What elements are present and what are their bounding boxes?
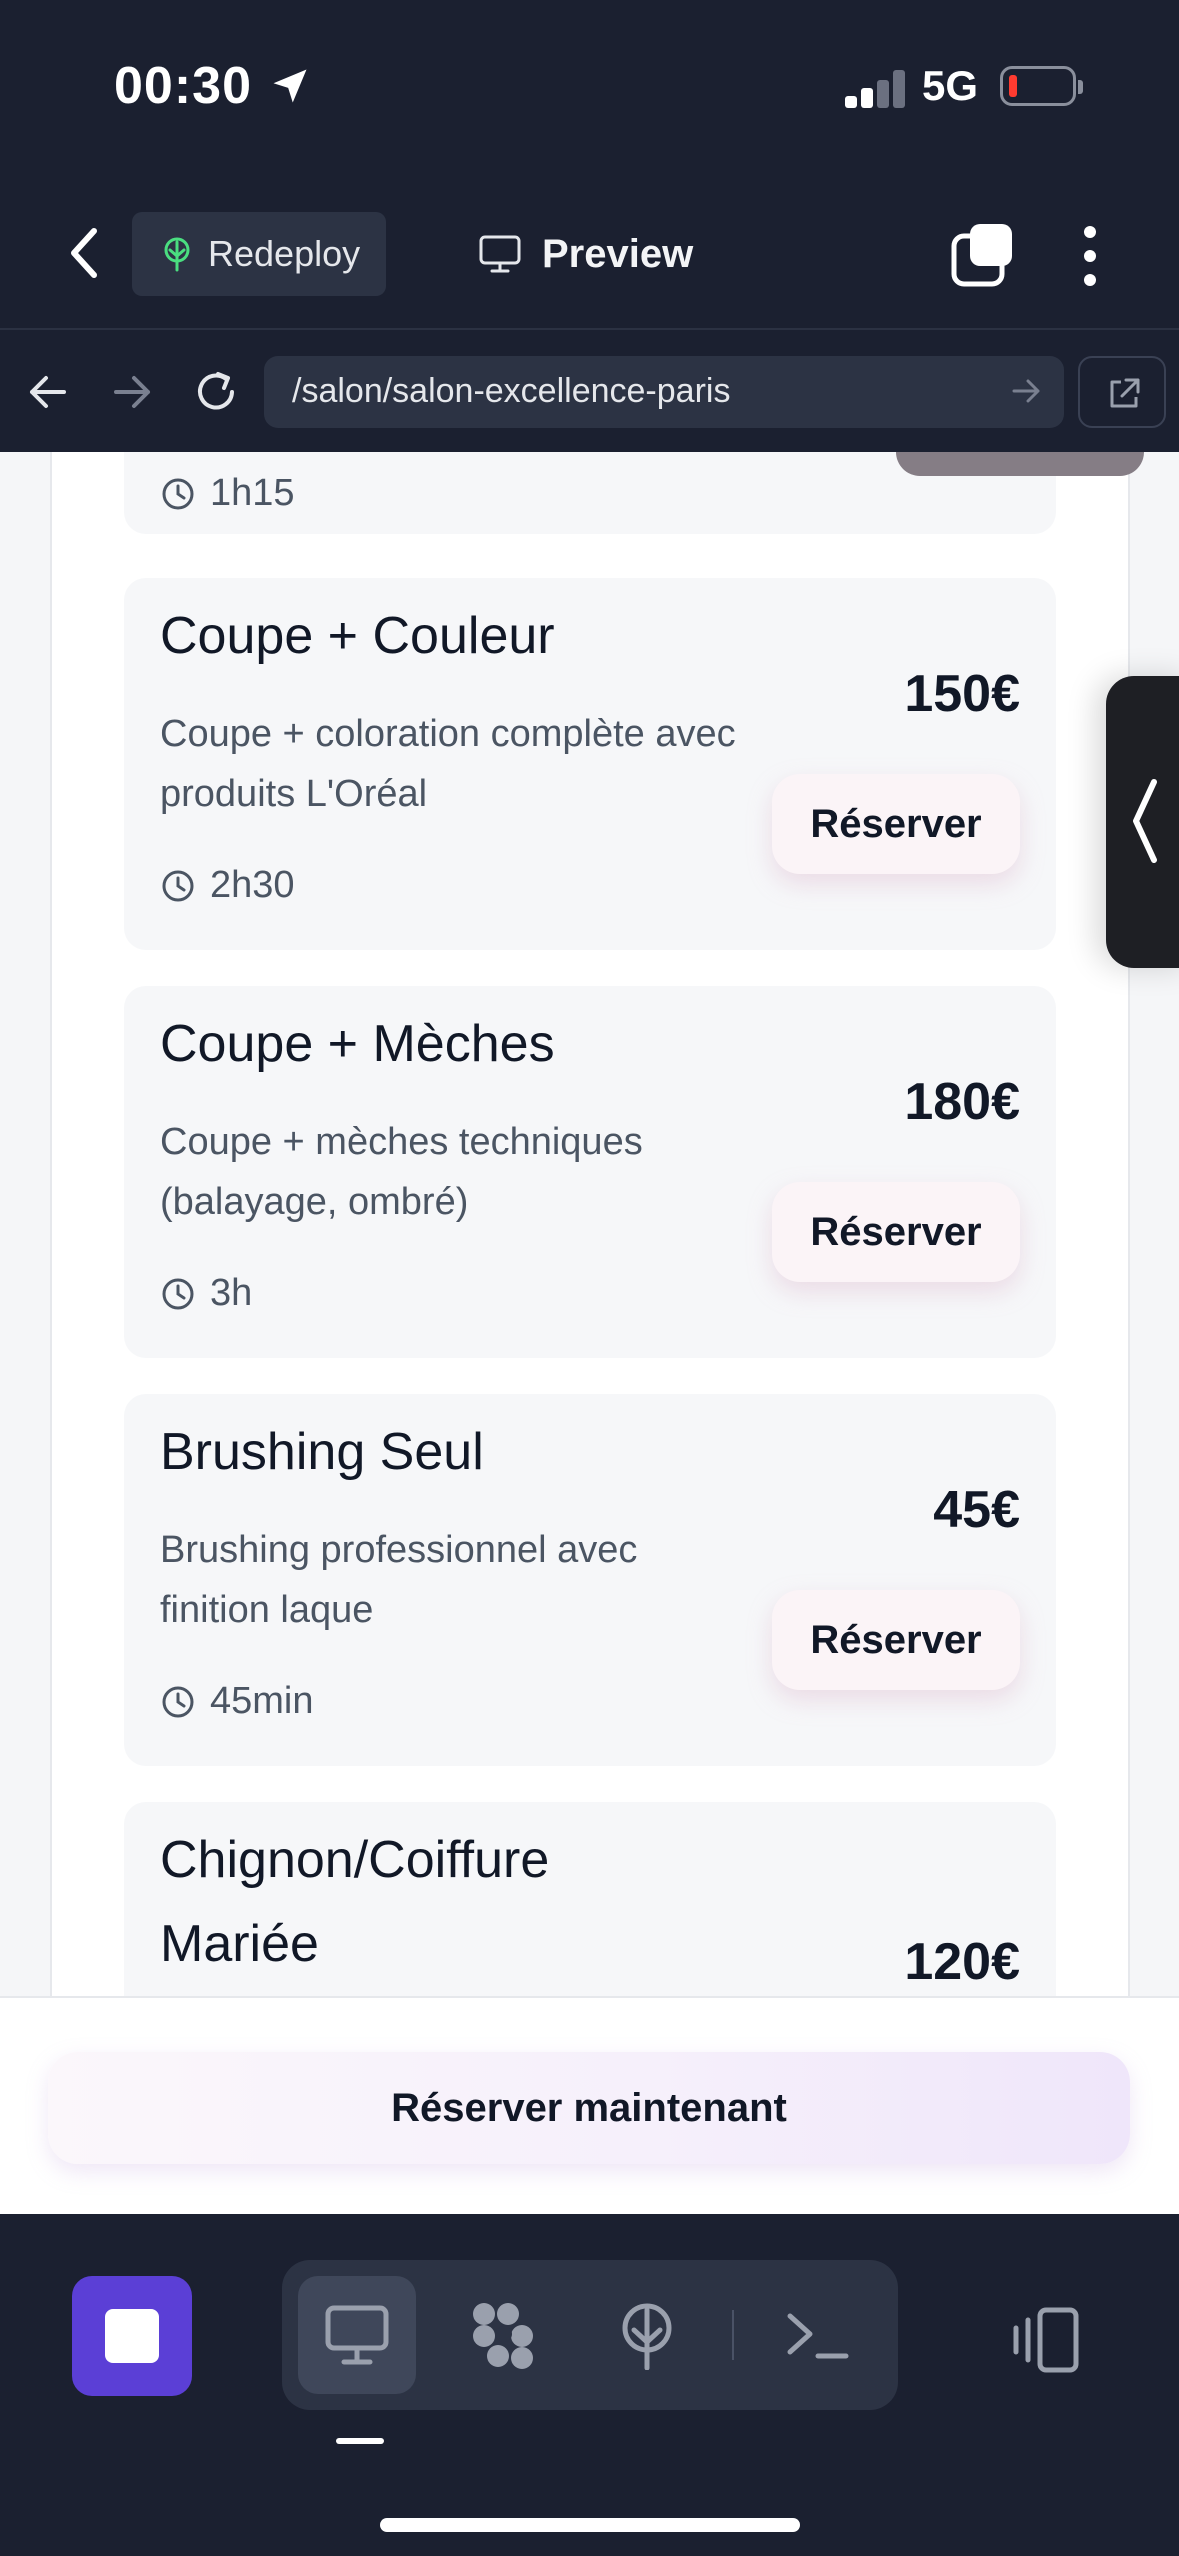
book-now-button[interactable]: Réserver maintenant [48, 2052, 1130, 2164]
signal-strength-icon [845, 70, 907, 108]
service-duration: 45min [160, 1680, 314, 1723]
book-button[interactable]: Réserver [772, 774, 1020, 874]
redeploy-label: Redeploy [208, 233, 361, 274]
url-input[interactable]: /salon/salon-excellence-paris [264, 356, 1064, 428]
network-label: 5G [922, 62, 979, 109]
stop-button[interactable] [72, 2276, 192, 2396]
external-link-icon [1110, 378, 1140, 408]
browser-back-icon[interactable] [18, 362, 78, 422]
service-duration: 2h30 [160, 864, 295, 907]
service-card: Coupe + Mèches Coupe + mèches techniques… [124, 986, 1056, 1358]
status-bar: 00:30 5G [0, 0, 1179, 180]
home-indicator[interactable] [380, 2518, 800, 2532]
components-view-button[interactable] [444, 2276, 562, 2394]
url-text: /salon/salon-excellence-paris [292, 372, 731, 410]
url-bar: /salon/salon-excellence-paris [0, 332, 1179, 452]
service-title: Coupe + Mèches [160, 1015, 555, 1073]
service-card: Brushing Seul Brushing professionnel ave… [124, 1394, 1056, 1766]
monitor-icon [325, 2305, 389, 2365]
location-arrow-icon [273, 69, 307, 103]
split-view-icon[interactable] [1010, 2304, 1082, 2376]
book-button-partial[interactable] [896, 452, 1144, 476]
back-chevron-icon[interactable] [60, 223, 110, 283]
tabs-icon[interactable] [950, 222, 1016, 288]
active-tab-indicator [336, 2438, 384, 2444]
deploy-view-button[interactable] [588, 2276, 706, 2394]
service-price: 45€ [933, 1481, 1020, 1539]
service-title: Chignon/Coiffure Mariée [160, 1831, 550, 1973]
book-button[interactable]: Réserver [772, 1182, 1020, 1282]
monitor-icon [479, 235, 521, 273]
terminal-icon [787, 2313, 849, 2359]
grid-nodes-icon [473, 2303, 533, 2369]
clock-icon [162, 870, 194, 901]
preview-button[interactable]: Preview [478, 212, 693, 296]
service-duration: 1h15 [160, 472, 295, 515]
booking-bar: Réserver maintenant [0, 1996, 1179, 2214]
preview-view-button[interactable] [298, 2276, 416, 2394]
reload-icon[interactable] [186, 362, 246, 422]
open-external-button[interactable] [1078, 356, 1166, 428]
service-description: Brushing professionnel avec finition laq… [160, 1529, 638, 1631]
redeploy-button[interactable]: Redeploy [132, 212, 386, 296]
browser-forward-icon[interactable] [102, 362, 162, 422]
service-price: 180€ [904, 1073, 1020, 1131]
service-card: Chignon/Coiffure Mariée 120€ [124, 1802, 1056, 1996]
clock-icon [162, 478, 194, 509]
service-duration: 3h [160, 1272, 252, 1315]
service-title: Coupe + Couleur [160, 607, 555, 665]
chevron-left-icon [1133, 779, 1157, 863]
divider [732, 2310, 734, 2360]
webview: 1h15 Coupe + Couleur Coupe + coloration … [0, 452, 1179, 1996]
go-arrow-icon[interactable] [1010, 374, 1044, 408]
clock-icon [162, 1278, 194, 1309]
book-button[interactable]: Réserver [772, 1590, 1020, 1690]
view-switcher [282, 2260, 898, 2410]
service-card: 1h15 [124, 452, 1144, 534]
terminal-view-button[interactable] [758, 2276, 876, 2394]
service-price: 120€ [904, 1933, 1020, 1991]
app-toolbar: Redeploy Preview [0, 180, 1179, 330]
more-options-icon[interactable] [1070, 226, 1110, 286]
deploy-tree-icon [164, 237, 190, 272]
side-drawer-handle[interactable] [1106, 676, 1179, 968]
status-time: 00:30 [114, 57, 252, 115]
battery-icon [1000, 66, 1083, 106]
deploy-tree-icon [622, 2303, 672, 2370]
stop-icon [105, 2309, 159, 2363]
bottom-dock [0, 2214, 1179, 2556]
service-title: Brushing Seul [160, 1423, 484, 1481]
service-card: Coupe + Couleur Coupe + coloration compl… [124, 578, 1056, 950]
clock-icon [162, 1686, 194, 1717]
service-description: Coupe + coloration complète avec produit… [160, 713, 736, 815]
service-price: 150€ [904, 665, 1020, 723]
preview-label: Preview [542, 231, 694, 276]
service-description: Coupe + mèches techniques (balayage, omb… [160, 1121, 643, 1223]
